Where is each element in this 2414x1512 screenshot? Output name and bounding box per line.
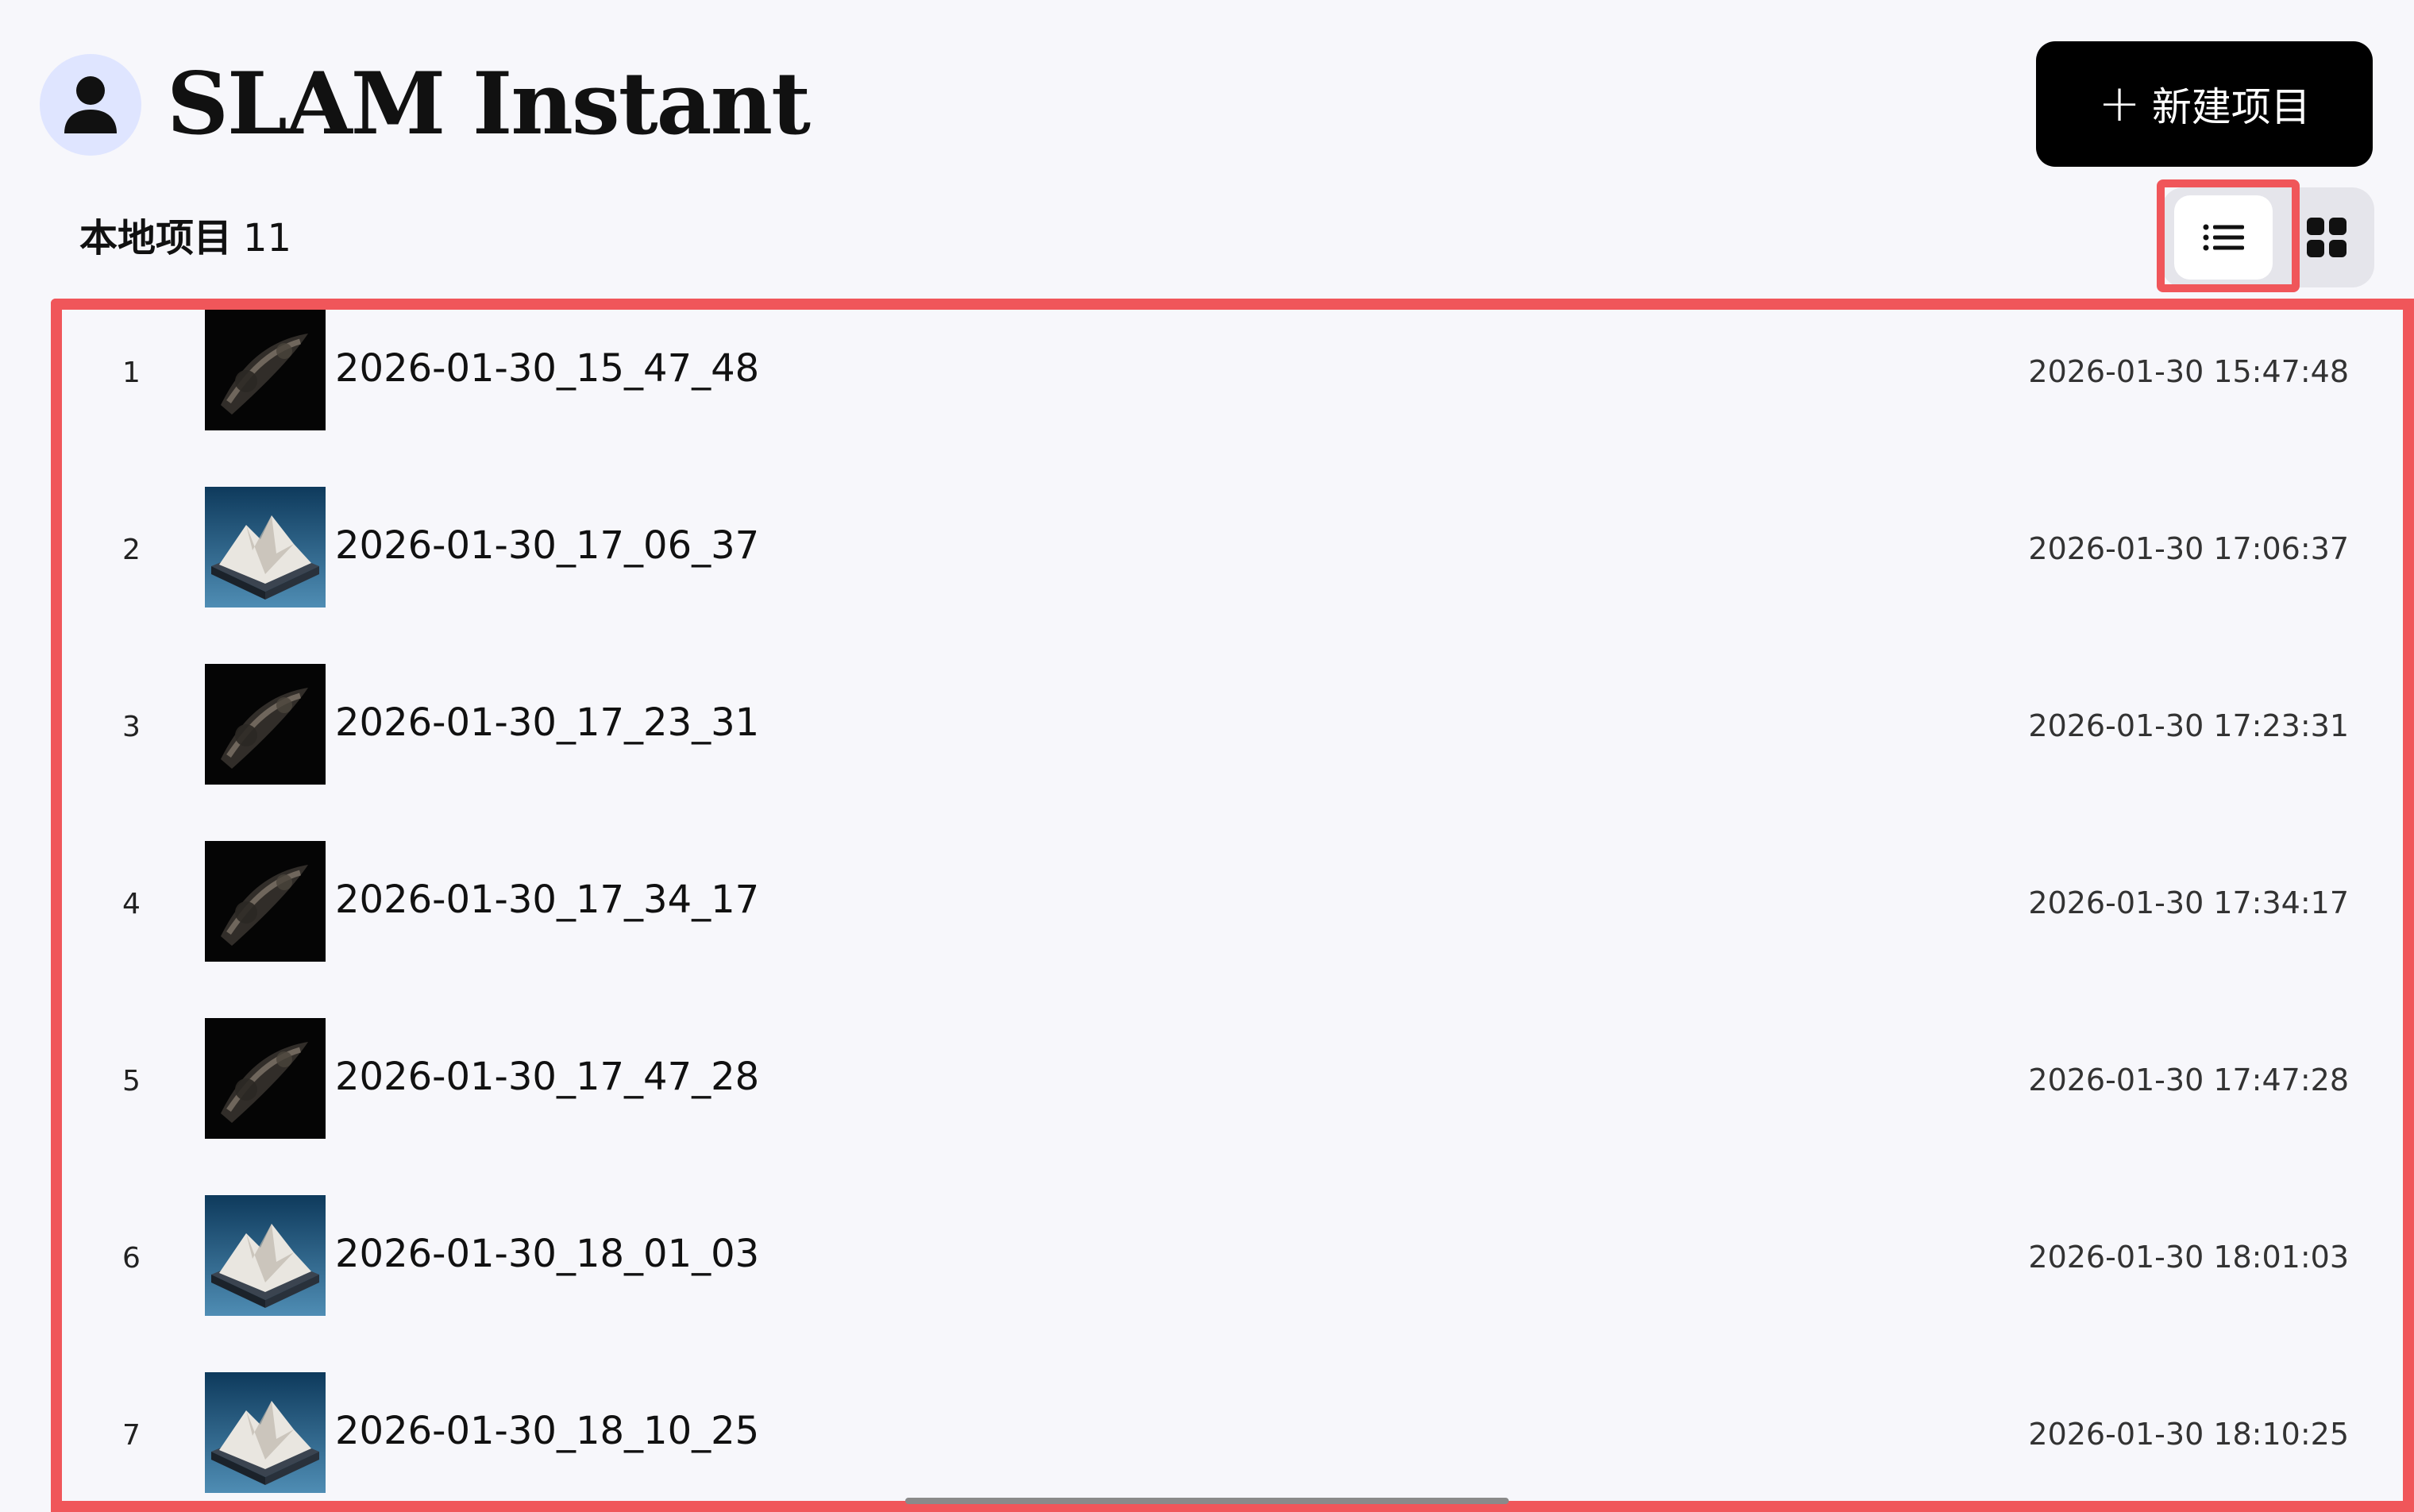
project-thumbnail[interactable]	[205, 1018, 326, 1139]
project-name: 2026-01-30_18_01_03	[335, 1232, 760, 1276]
row-index: 2	[122, 534, 141, 566]
app-window: SLAM Instant + 新建项目 本地项目 11 1 2026-01-30…	[0, 0, 2414, 1512]
project-timestamp: 2026-01-30 17:23:31	[2028, 708, 2349, 743]
project-timestamp: 2026-01-30 18:01:03	[2028, 1240, 2349, 1275]
row-index: 3	[122, 711, 141, 743]
project-thumbnail[interactable]	[205, 841, 326, 962]
project-thumbnail[interactable]	[205, 664, 326, 785]
section-title-label: 本地项目	[79, 216, 233, 260]
row-index: 4	[122, 888, 141, 920]
project-name: 2026-01-30_17_34_17	[335, 878, 760, 922]
project-row[interactable]: 3 2026-01-30_17_23_31 2026-01-30 17:23:31	[62, 664, 2414, 791]
project-name: 2026-01-30_18_10_25	[335, 1409, 760, 1453]
project-timestamp: 2026-01-30 15:47:48	[2028, 354, 2349, 389]
row-index: 1	[122, 357, 141, 389]
project-thumbnail[interactable]	[205, 1372, 326, 1493]
project-name: 2026-01-30_17_23_31	[335, 700, 760, 745]
grid-view-icon	[2307, 218, 2347, 257]
row-index: 6	[122, 1242, 141, 1275]
view-toggle	[2161, 187, 2374, 287]
user-icon	[64, 76, 117, 133]
user-avatar[interactable]	[40, 54, 141, 156]
project-thumbnail[interactable]	[205, 1195, 326, 1316]
row-index: 7	[122, 1419, 141, 1452]
project-thumbnail[interactable]	[205, 487, 326, 608]
new-project-label: 新建项目	[2151, 84, 2311, 130]
project-row[interactable]: 1 2026-01-30_15_47_48 2026-01-30 15:47:48	[62, 310, 2414, 437]
project-row[interactable]: 2 2026-01-30_17_06_37 2026-01-30 17:06:37	[62, 487, 2414, 614]
project-count: 11	[243, 216, 292, 260]
project-timestamp: 2026-01-30 18:10:25	[2028, 1417, 2349, 1452]
project-timestamp: 2026-01-30 17:47:28	[2028, 1063, 2349, 1097]
row-index: 5	[122, 1065, 141, 1097]
list-view-button[interactable]	[2174, 195, 2273, 280]
grid-view-button[interactable]	[2289, 195, 2365, 280]
project-timestamp: 2026-01-30 17:06:37	[2028, 531, 2349, 566]
project-row[interactable]: 4 2026-01-30_17_34_17 2026-01-30 17:34:17	[62, 841, 2414, 968]
project-row[interactable]: 6 2026-01-30_18_01_03 2026-01-30 18:01:03	[62, 1195, 2414, 1322]
project-name: 2026-01-30_15_47_48	[335, 346, 760, 391]
plus-icon: +	[2098, 75, 2141, 133]
project-thumbnail[interactable]	[205, 310, 326, 430]
project-row[interactable]: 7 2026-01-30_18_10_25 2026-01-30 18:10:25	[62, 1372, 2414, 1499]
project-name: 2026-01-30_17_06_37	[335, 523, 760, 568]
app-title: SLAM Instant	[167, 54, 811, 154]
project-timestamp: 2026-01-30 17:34:17	[2028, 885, 2349, 920]
new-project-button[interactable]: + 新建项目	[2036, 41, 2373, 167]
project-row[interactable]: 5 2026-01-30_17_47_28 2026-01-30 17:47:28	[62, 1018, 2414, 1145]
project-name: 2026-01-30_17_47_28	[335, 1055, 760, 1099]
list-view-icon	[2203, 224, 2244, 251]
local-projects-title: 本地项目 11	[79, 213, 291, 264]
scrollbar[interactable]	[905, 1498, 1509, 1504]
project-list: 1 2026-01-30_15_47_48 2026-01-30 15:47:48…	[51, 299, 2414, 1512]
